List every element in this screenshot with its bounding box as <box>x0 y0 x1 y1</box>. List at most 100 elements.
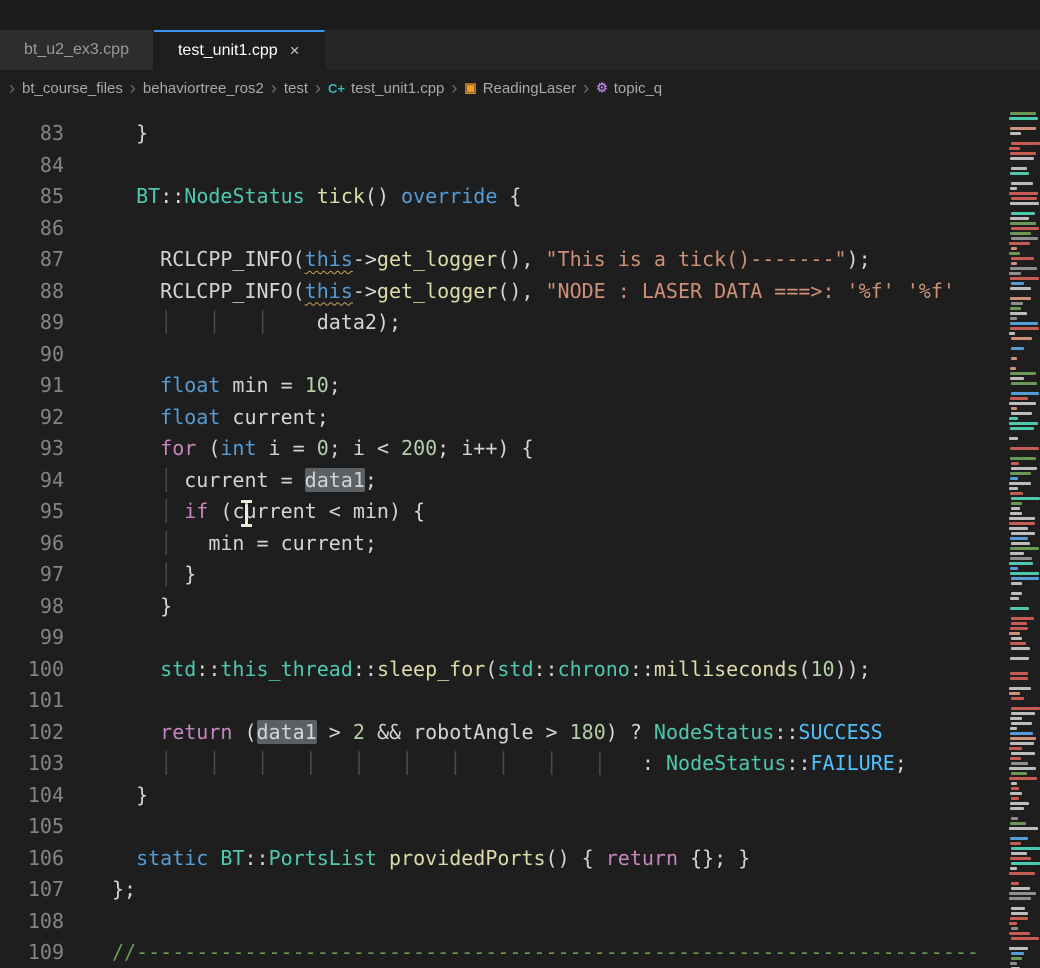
line-number[interactable]: 88 <box>0 276 64 308</box>
minimap-row <box>1010 572 1039 575</box>
line-number[interactable]: 95 <box>0 496 64 528</box>
minimap-row <box>1009 897 1031 900</box>
close-icon[interactable]: × <box>290 41 300 61</box>
code-line[interactable]: 108 <box>0 906 1040 938</box>
minimap-row <box>1009 687 1031 690</box>
minimap-row <box>1009 692 1020 695</box>
code-line[interactable]: 87 RCLCPP_INFO(this->get_logger(), "This… <box>0 244 1040 276</box>
minimap-row <box>1010 222 1036 225</box>
breadcrumb-item-behaviortree_ros2[interactable]: behaviortree_ros2 <box>143 80 264 97</box>
minimap-row <box>1010 557 1032 560</box>
code-text: return (data1 > 2 && robotAngle > 180) ?… <box>112 717 883 749</box>
code-line[interactable]: 94 │ current = data1; <box>0 465 1040 497</box>
code-line[interactable]: 101 <box>0 685 1040 717</box>
code-line[interactable]: 90 <box>0 339 1040 371</box>
minimap-row <box>1009 402 1036 405</box>
line-number[interactable]: 104 <box>0 780 64 812</box>
minimap-row <box>1010 792 1022 795</box>
minimap[interactable] <box>1006 106 1040 968</box>
line-number[interactable]: 91 <box>0 370 64 402</box>
breadcrumb-item-ReadingLaser[interactable]: ▣ReadingLaser <box>464 80 576 97</box>
editor[interactable]: 83 }8485 BT::NodeStatus tick() override … <box>0 106 1040 968</box>
code-line[interactable]: 84 <box>0 150 1040 182</box>
line-number[interactable]: 90 <box>0 339 64 371</box>
breadcrumb-label: topic_q <box>614 80 662 97</box>
line-number[interactable]: 98 <box>0 591 64 623</box>
line-number[interactable]: 92 <box>0 402 64 434</box>
line-number[interactable]: 86 <box>0 213 64 245</box>
line-number[interactable]: 103 <box>0 748 64 780</box>
line-number[interactable]: 101 <box>0 685 64 717</box>
line-number[interactable]: 96 <box>0 528 64 560</box>
code-line[interactable]: 92 float current; <box>0 402 1040 434</box>
code-line[interactable]: 91 float min = 10; <box>0 370 1040 402</box>
minimap-row <box>1009 767 1036 770</box>
code-line[interactable]: 85 BT::NodeStatus tick() override { <box>0 181 1040 213</box>
minimap-row <box>1011 262 1017 265</box>
minimap-row <box>1011 647 1030 650</box>
code-line[interactable]: 96 │ min = current; <box>0 528 1040 560</box>
line-number[interactable]: 83 <box>0 118 64 150</box>
code-line[interactable]: 106 static BT::PortsList providedPorts()… <box>0 843 1040 875</box>
code-text: │ min = current; <box>112 528 377 560</box>
line-number[interactable]: 89 <box>0 307 64 339</box>
minimap-row <box>1010 962 1017 965</box>
minimap-row <box>1011 957 1022 960</box>
minimap-row <box>1010 372 1036 375</box>
code-line[interactable]: 86 <box>0 213 1040 245</box>
code-line[interactable]: 83 } <box>0 118 1040 150</box>
code-line[interactable]: 105 <box>0 811 1040 843</box>
code-text: for (int i = 0; i < 200; i++) { <box>112 433 533 465</box>
line-number[interactable]: 99 <box>0 622 64 654</box>
code-line[interactable]: 109//-----------------------------------… <box>0 937 1040 968</box>
breadcrumbs: ›bt_course_files›behaviortree_ros2›test›… <box>0 70 1040 106</box>
code-text: static BT::PortsList providedPorts() { r… <box>112 843 750 875</box>
minimap-row <box>1009 487 1018 490</box>
line-number[interactable]: 108 <box>0 906 64 938</box>
code-lines: 83 }8485 BT::NodeStatus tick() override … <box>0 106 1040 968</box>
line-number[interactable]: 87 <box>0 244 64 276</box>
minimap-row <box>1011 752 1035 755</box>
minimap-row <box>1011 797 1019 800</box>
minimap-row <box>1011 882 1019 885</box>
line-number[interactable]: 109 <box>0 937 64 968</box>
minimap-row <box>1011 182 1033 185</box>
tab-bt-u2-ex3-cpp[interactable]: bt_u2_ex3.cpp <box>0 30 154 70</box>
line-number[interactable]: 85 <box>0 181 64 213</box>
minimap-row <box>1010 717 1022 720</box>
breadcrumb-item-test[interactable]: test <box>284 80 308 97</box>
breadcrumb-item-bt_course_files[interactable]: bt_course_files <box>22 80 123 97</box>
minimap-row <box>1010 277 1039 280</box>
code-text: RCLCPP_INFO(this->get_logger(), "NODE : … <box>112 276 955 308</box>
code-line[interactable]: 95 │ if (current < min) { <box>0 496 1040 528</box>
code-line[interactable]: 102 return (data1 > 2 && robotAngle > 18… <box>0 717 1040 749</box>
line-number[interactable]: 106 <box>0 843 64 875</box>
code-line[interactable]: 97 │ } <box>0 559 1040 591</box>
code-line[interactable]: 98 } <box>0 591 1040 623</box>
line-number[interactable]: 84 <box>0 150 64 182</box>
code-line[interactable]: 93 for (int i = 0; i < 200; i++) { <box>0 433 1040 465</box>
code-line[interactable]: 99 <box>0 622 1040 654</box>
line-number[interactable]: 105 <box>0 811 64 843</box>
code-line[interactable]: 89 │ │ │ data2); <box>0 307 1040 339</box>
minimap-row <box>1010 757 1021 760</box>
line-number[interactable]: 94 <box>0 465 64 497</box>
breadcrumb-item-topic_q[interactable]: ⚙topic_q <box>596 80 662 97</box>
line-number[interactable]: 107 <box>0 874 64 906</box>
tab-test-unit1-cpp[interactable]: test_unit1.cpp × <box>154 30 325 70</box>
code-line[interactable]: 104 } <box>0 780 1040 812</box>
line-number[interactable]: 102 <box>0 717 64 749</box>
minimap-row <box>1011 782 1017 785</box>
code-line[interactable]: 103 │ │ │ │ │ │ │ │ │ │ : NodeStatus::FA… <box>0 748 1040 780</box>
code-line[interactable]: 100 std::this_thread::sleep_for(std::chr… <box>0 654 1040 686</box>
line-number[interactable]: 97 <box>0 559 64 591</box>
minimap-row <box>1010 842 1021 845</box>
minimap-row <box>1010 307 1021 310</box>
code-text: │ if (current < min) { <box>112 496 425 528</box>
line-number[interactable]: 93 <box>0 433 64 465</box>
code-line[interactable]: 107}; <box>0 874 1040 906</box>
code-line[interactable]: 88 RCLCPP_INFO(this->get_logger(), "NODE… <box>0 276 1040 308</box>
minimap-row <box>1011 227 1039 230</box>
line-number[interactable]: 100 <box>0 654 64 686</box>
breadcrumb-item-test_unit1.cpp[interactable]: C+test_unit1.cpp <box>328 80 444 97</box>
